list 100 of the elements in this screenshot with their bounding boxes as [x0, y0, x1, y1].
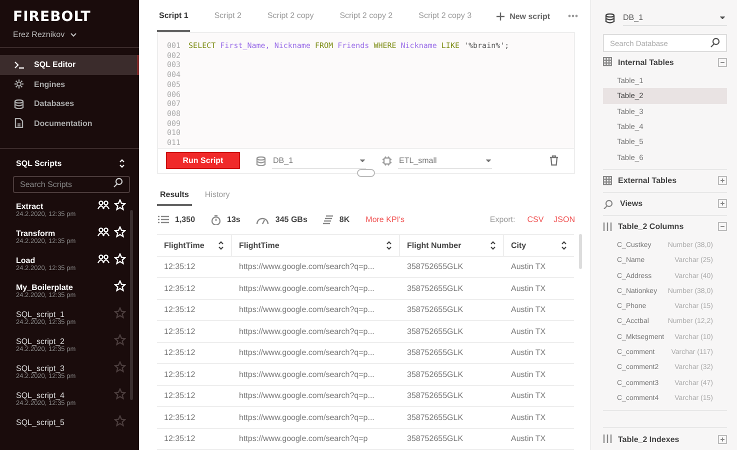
terminal-icon	[14, 60, 24, 70]
search-field[interactable]: Search Scripts	[13, 176, 130, 193]
table-cell-text: https://www.google.com/search?q=p...	[238, 305, 376, 314]
table-cell-text: 12:35:12	[163, 348, 196, 358]
kpi-value: 345 GBs	[275, 215, 308, 224]
database-icon	[605, 12, 615, 24]
database-icon	[256, 156, 266, 166]
section-title: SQL Scripts	[16, 159, 62, 168]
table-cell-text: https://www.google.com/search?q=p...	[238, 326, 376, 336]
table-cell-text: 358752655GLK	[406, 262, 464, 272]
results-tab[interactable]: Results	[157, 184, 192, 206]
table-cell-text: 12:35:12	[163, 326, 196, 336]
section-title: Table_2 Columns	[618, 222, 684, 232]
expand-icon[interactable]	[718, 199, 727, 208]
nav-item[interactable]: Engines	[0, 74, 139, 94]
table-cell-text: Austin TX	[510, 370, 547, 379]
scrollbar[interactable]	[579, 234, 582, 268]
select-dropdown[interactable]: ETL_small	[398, 152, 492, 170]
table-cell-text: 358752655GLK	[406, 348, 464, 358]
column-header[interactable]: FlightTime	[157, 234, 232, 256]
table-cell-text: 358752655GLK	[406, 412, 464, 422]
expand-icon[interactable]	[718, 434, 727, 444]
table-cell-text: 358752655GLK	[406, 434, 464, 444]
nav-item[interactable]: Documentation	[0, 114, 139, 133]
collapse-icon[interactable]	[718, 58, 727, 66]
more-kpis-link[interactable]: More KPI's	[366, 215, 405, 224]
table-cell-text: https://www.google.com/search?q=p...	[238, 412, 376, 422]
section-title: Table_2 Indexes	[618, 434, 680, 444]
section-title: Views	[620, 199, 643, 208]
kpi-value: 8K	[339, 215, 350, 224]
table-cell-text: 358752655GLK	[406, 326, 464, 336]
kpi-value: 13s	[227, 215, 240, 224]
table-cell-text: 12:35:12	[163, 434, 196, 444]
table-cell-text: https://www.google.com/search?q=p	[238, 434, 369, 444]
more-icon[interactable]	[568, 14, 578, 18]
table-cell-text: 358752655GLK	[406, 284, 464, 293]
table-icon	[603, 57, 612, 67]
export-label: Export:	[490, 215, 516, 224]
run-script-button[interactable]: Run Script	[166, 152, 240, 170]
table-cell-text: https://www.google.com/search?q=p...	[238, 391, 376, 400]
scrollbar[interactable]	[130, 210, 133, 400]
table-cell-text: Austin TX	[510, 284, 547, 293]
table-cell-text: Austin TX	[510, 348, 547, 358]
table-icon	[603, 176, 612, 186]
new-script-button[interactable]: New script	[496, 12, 550, 20]
section-title: External Tables	[618, 176, 677, 186]
table-cell-text: https://www.google.com/search?q=p...	[238, 370, 376, 379]
caret-icon	[720, 16, 725, 19]
sort-icon	[386, 240, 392, 250]
kpi-value: 1,350	[175, 215, 196, 224]
table-cell-text: 358752655GLK	[406, 391, 464, 400]
caret-icon	[360, 158, 365, 162]
chevron-down-icon	[70, 32, 77, 37]
user-menu[interactable]: Erez Reznikov	[13, 30, 139, 39]
table-cell-text: https://www.google.com/search?q=p...	[238, 348, 376, 358]
expand-icon[interactable]	[718, 176, 727, 186]
table-cell-text: https://www.google.com/search?q=p...	[238, 262, 376, 272]
search-icon	[113, 177, 124, 188]
table-cell-text: 12:35:12	[163, 284, 196, 293]
trash-icon[interactable]	[549, 155, 559, 166]
column-header[interactable]: FlightTime	[232, 234, 400, 256]
list-icon	[158, 214, 169, 225]
columns-icon	[603, 222, 612, 232]
sort-icon	[490, 240, 496, 250]
rows-icon	[323, 214, 334, 225]
search-icon	[710, 37, 721, 48]
database-select[interactable]: DB_1	[623, 10, 727, 26]
table-cell-text: Austin TX	[510, 391, 547, 400]
column-header[interactable]: City	[504, 234, 574, 256]
chip-icon	[382, 156, 392, 166]
select-dropdown[interactable]: DB_1	[272, 152, 366, 170]
collapse-icon[interactable]	[718, 222, 727, 232]
table-cell-text: 12:35:12	[163, 412, 196, 422]
table-cell-text: Austin TX	[510, 412, 547, 422]
table-cell-text: 358752655GLK	[406, 305, 464, 314]
database-icon	[14, 98, 24, 109]
timer-icon	[211, 214, 222, 225]
table-cell-text: 12:35:12	[163, 391, 196, 400]
table-cell-text: https://www.google.com/search?q=p...	[238, 284, 376, 293]
caret-icon	[486, 158, 491, 162]
table-cell-text: 358752655GLK	[406, 370, 464, 379]
script-item[interactable]: SQL_script_5	[16, 415, 126, 442]
sort-icon	[561, 240, 567, 250]
export-link[interactable]: CSV	[527, 215, 544, 224]
search-icon	[603, 198, 614, 209]
sort-icon	[218, 240, 224, 250]
export-link[interactable]: JSON	[554, 215, 575, 224]
table-cell-text: Austin TX	[510, 326, 547, 336]
table-cell-text: 12:35:12	[163, 262, 196, 272]
table-cell-text: Austin TX	[510, 305, 547, 314]
nav-item[interactable]: SQL Editor	[0, 55, 139, 74]
nav-item[interactable]: Databases	[0, 94, 139, 114]
plus-icon	[496, 12, 505, 20]
sort-icon	[119, 159, 125, 168]
table-cell-text: 12:35:12	[163, 370, 196, 379]
column-header[interactable]: Flight Number	[400, 234, 504, 256]
columns-icon	[603, 434, 612, 444]
table-cell-text: 12:35:12	[163, 305, 196, 314]
section-title: Internal Tables	[618, 58, 674, 66]
gear-icon	[14, 79, 24, 90]
